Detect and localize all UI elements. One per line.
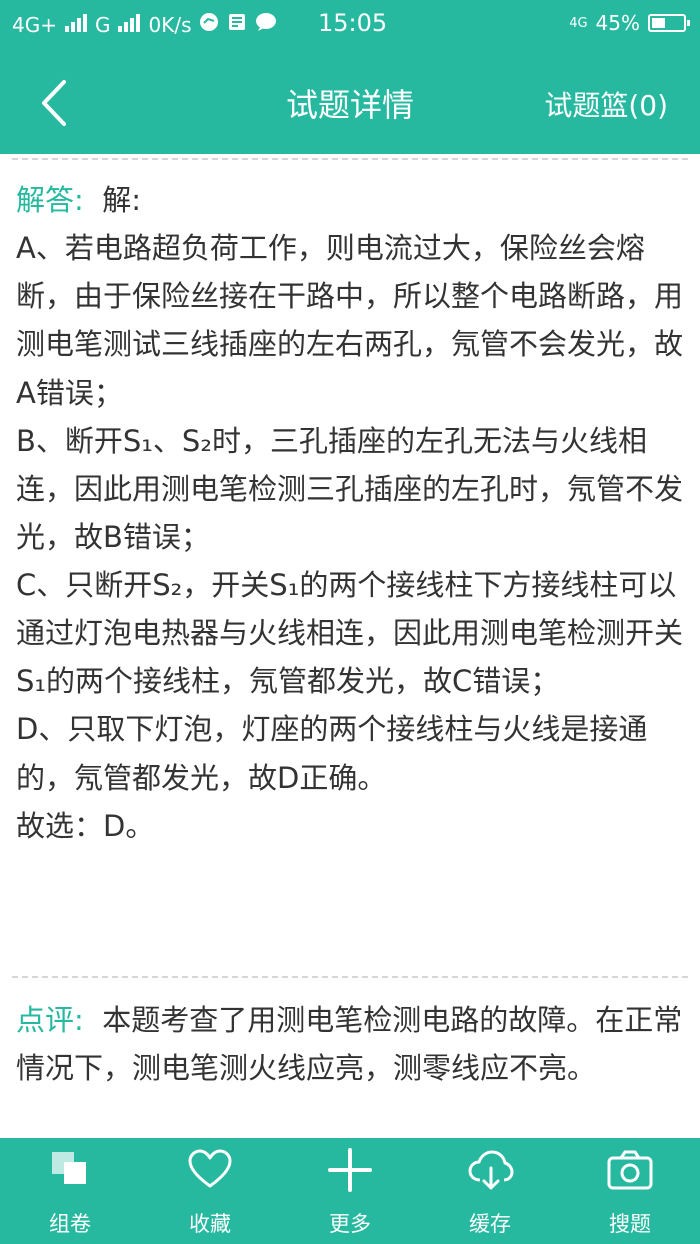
cloud-download-icon [468,1150,514,1190]
battery-percent: 45% [595,11,640,35]
tab-label-more: 更多 [329,1212,371,1236]
camera-icon [607,1150,653,1190]
network-type-right: 4G [569,15,588,31]
network-type-2: G [94,12,111,37]
tab-more[interactable]: 更多 [280,1138,420,1244]
compose-paper-icon [52,1152,86,1184]
tab-favorites[interactable]: 收藏 [140,1138,280,1244]
status-left: 4G+ G 0K/s [12,12,277,37]
network-speed: 0K/s [148,12,192,37]
answer-option-a: A、若电路超负荷工作，则电流过大，保险丝会熔断，由于保险丝接在干路中，所以整个电… [16,231,684,410]
comment-section: 点评: 本题考查了用测电笔检测电路的故障。在正常情况下，测电笔测火线应亮，测零线… [16,996,690,1092]
answer-conclusion: 故选：D。 [16,808,155,843]
divider-top [12,158,688,160]
tab-label-compose: 组卷 [49,1212,91,1236]
tab-search-question[interactable]: 搜题 [560,1138,700,1244]
heart-icon [188,1149,232,1188]
tab-label-cache: 缓存 [469,1212,511,1236]
comment-label: 点评: [16,1003,84,1037]
answer-intro: 解: [102,183,141,217]
question-basket-button[interactable]: 试题篮(0) [544,84,668,124]
tab-compose-paper[interactable]: 组卷 [0,1138,140,1244]
answer-option-b: B、断开S₁、S₂时，三孔插座的左孔无法与火线相连，因此用测电笔检测三孔插座的左… [16,423,684,554]
app-notification-icon [199,12,219,37]
answer-option-d: D、只取下灯泡，灯座的两个接线柱与火线是接通的，氖管都发光，故D正确。 [16,712,648,795]
comment-text-block: 点评: 本题考查了用测电笔检测电路的故障。在正常情况下，测电笔测火线应亮，测零线… [16,996,690,1092]
status-bar: 4G+ G 0K/s 15:05 4G 45% [0,0,700,48]
signal-icon-2 [118,13,141,37]
bottom-tab-bar: 组卷 收藏 更多 缓存 搜题 [0,1138,700,1244]
answer-label: 解答: [16,183,84,217]
divider-middle [12,976,688,978]
answer-header: 解答: 解: [16,176,690,224]
answer-option-c: C、只断开S₂，开关S₁的两个接线柱下方接线柱可以通过灯泡电热器与火线相连，因此… [16,568,684,699]
status-right: 4G 45% [569,11,690,35]
answer-section: 解答: 解: A、若电路超负荷工作，则电流过大，保险丝会熔断，由于保险丝接在干路… [16,176,690,850]
chat-notification-icon [255,12,277,37]
network-type-1: 4G+ [12,12,57,37]
tab-label-favorites: 收藏 [189,1212,231,1236]
tab-label-search: 搜题 [609,1212,651,1236]
signal-icon-1 [64,13,87,37]
status-time: 15:05 [318,9,388,37]
message-notification-icon [227,12,247,37]
comment-text: 本题考查了用测电笔检测电路的故障。在正常情况下，测电笔测火线应亮，测零线应不亮。 [16,1003,683,1086]
navigation-bar: 试题详情 试题篮(0) [0,48,700,154]
tab-cache[interactable]: 缓存 [420,1138,560,1244]
plus-icon [328,1148,372,1192]
battery-icon [648,14,690,32]
